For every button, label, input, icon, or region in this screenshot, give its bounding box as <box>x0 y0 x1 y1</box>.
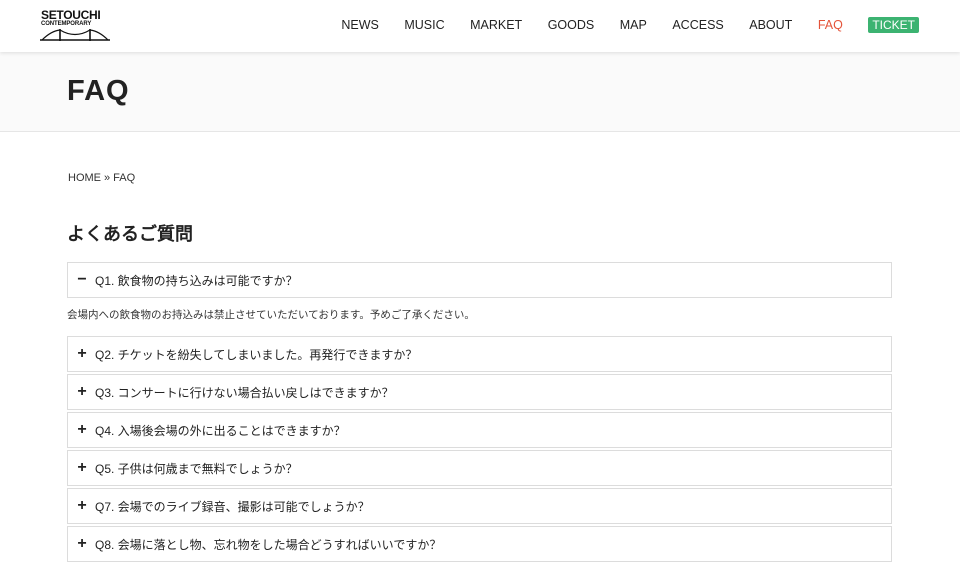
nav-access[interactable]: ACCESS <box>672 17 723 33</box>
faq-list: − Q1. 飲食物の持ち込みは可能ですか？ 会場内への飲食物のお持込みは禁止させ… <box>67 262 892 564</box>
section-title: よくあるご質問 <box>67 224 193 244</box>
faq-question-2[interactable]: + Q2. チケットを紛失してしまいました。再発行できますか？ <box>67 336 892 372</box>
plus-icon: + <box>77 421 87 438</box>
logo-subtitle: CONTEMPORARY <box>41 21 92 27</box>
faq-question-8[interactable]: + Q8. 会場に落とし物、忘れ物をした場合どうすればいいですか？ <box>67 526 892 562</box>
faq-question-text: Q1. 飲食物の持ち込みは可能ですか？ <box>95 273 298 288</box>
faq-question-5[interactable]: + Q5. 子供は何歳まで無料でしょうか？ <box>67 450 892 486</box>
faq-question-text: Q8. 会場に落とし物、忘れ物をした場合どうすればいいですか？ <box>95 537 442 552</box>
faq-question-text: Q3. コンサートに行けない場合払い戻しはできますか？ <box>95 385 394 400</box>
page-title-band: FAQ <box>0 52 960 132</box>
plus-icon: + <box>77 497 87 514</box>
nav-music[interactable]: MUSIC <box>404 17 444 33</box>
plus-icon: + <box>77 459 87 476</box>
logo-wordmark: SETOUCHI <box>41 8 101 22</box>
nav-news[interactable]: NEWS <box>341 17 379 33</box>
plus-icon: + <box>77 345 87 362</box>
faq-answer-1: 会場内への飲食物のお持込みは禁止させていただいております。予めご了承ください。 <box>67 309 475 321</box>
nav-map[interactable]: MAP <box>620 17 647 33</box>
breadcrumb-current: FAQ <box>113 172 136 184</box>
faq-question-text: Q2. チケットを紛失してしまいました。再発行できますか？ <box>95 347 418 362</box>
breadcrumb: HOME» FAQ <box>68 172 138 184</box>
main-nav: NEWS MUSIC MARKET GOODS MAP ACCESS ABOUT… <box>316 17 919 33</box>
faq-question-1[interactable]: − Q1. 飲食物の持ち込みは可能ですか？ <box>67 262 892 298</box>
page-title: FAQ <box>67 75 130 107</box>
faq-question-7[interactable]: + Q7. 会場でのライブ録音、撮影は可能でしょうか？ <box>67 488 892 524</box>
nav-ticket-button[interactable]: TICKET <box>868 17 919 33</box>
nav-goods[interactable]: GOODS <box>548 17 595 33</box>
nav-faq[interactable]: FAQ <box>818 17 843 33</box>
site-header: SETOUCHI CONTEMPORARY NEWS MUSIC MARKET … <box>0 0 960 52</box>
faq-question-text: Q4. 入場後会場の外に出ることはできますか？ <box>95 423 346 438</box>
nav-market[interactable]: MARKET <box>470 17 522 33</box>
site-logo[interactable]: SETOUCHI CONTEMPORARY <box>40 9 112 43</box>
faq-question-text: Q7. 会場でのライブ録音、撮影は可能でしょうか？ <box>95 499 370 514</box>
faq-question-3[interactable]: + Q3. コンサートに行けない場合払い戻しはできますか？ <box>67 374 892 410</box>
plus-icon: + <box>77 535 87 552</box>
bridge-icon <box>40 29 110 41</box>
faq-question-text: Q5. 子供は何歳まで無料でしょうか？ <box>95 461 298 476</box>
breadcrumb-home-link[interactable]: HOME <box>68 172 101 184</box>
nav-about[interactable]: ABOUT <box>749 17 792 33</box>
plus-icon: + <box>77 383 87 400</box>
minus-icon: − <box>77 271 87 288</box>
breadcrumb-separator: » <box>104 172 111 184</box>
faq-question-4[interactable]: + Q4. 入場後会場の外に出ることはできますか？ <box>67 412 892 448</box>
